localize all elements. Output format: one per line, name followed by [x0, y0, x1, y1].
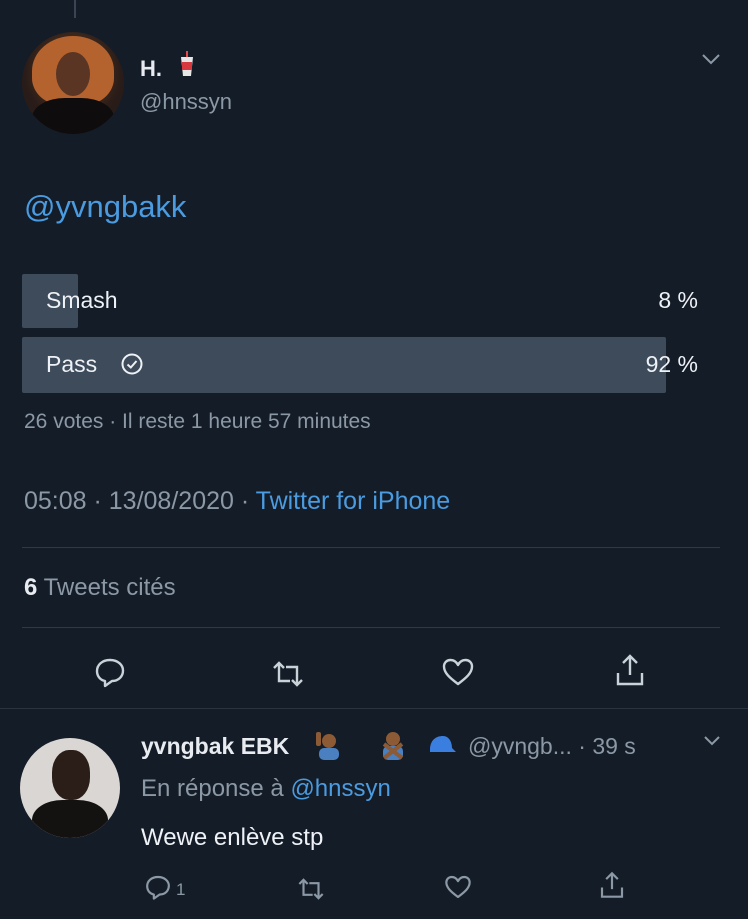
chevron-down-icon[interactable]: [702, 734, 722, 748]
tweet-source[interactable]: Twitter for iPhone: [256, 487, 451, 515]
reply-author-handle-time[interactable]: @yvngb... · 39 s: [468, 733, 636, 760]
tweet-text[interactable]: @yvngbakk: [24, 189, 186, 225]
poll-bar-pass: [22, 337, 666, 393]
thread-line: [74, 0, 76, 18]
poll-summary: 26 votes · Il reste 1 heure 57 minutes: [24, 410, 371, 433]
in-reply-to: En réponse à @hnssyn: [141, 775, 391, 803]
reply-count: 1: [176, 880, 186, 899]
divider: [22, 547, 720, 548]
raised-hand-person-icon: [314, 730, 344, 760]
quote-count: 6: [24, 574, 38, 601]
in-reply-handle[interactable]: @hnssyn: [290, 775, 390, 802]
poll-option-percent: 92 %: [645, 351, 698, 377]
chevron-down-icon[interactable]: [700, 52, 722, 66]
author-handle[interactable]: @hnssyn: [140, 89, 232, 115]
share-icon[interactable]: [612, 652, 648, 688]
author-avatar[interactable]: [22, 32, 124, 134]
reply-text[interactable]: Wewe enlève stp: [141, 824, 323, 852]
reply-author-name[interactable]: yvngbak EBK: [141, 733, 289, 760]
reply-icon[interactable]: [143, 872, 173, 902]
reply-author-avatar[interactable]: [20, 738, 120, 838]
blue-cap-icon: [426, 730, 456, 760]
like-icon[interactable]: [440, 654, 476, 690]
divider: [22, 627, 720, 628]
poll-option-label: Pass: [46, 351, 98, 377]
share-icon[interactable]: [597, 870, 627, 900]
quote-label: Tweets cités: [37, 574, 176, 601]
quote-tweets-link[interactable]: 6 Tweets cités: [24, 574, 176, 602]
poll-option-percent: 8 %: [658, 287, 698, 313]
author-name[interactable]: H.: [140, 56, 162, 82]
drink-cup-icon: [180, 51, 194, 77]
retweet-icon[interactable]: [296, 874, 326, 904]
divider: [0, 708, 748, 709]
tweet-meta: 05:08 · 13/08/2020 · Twitter for iPhone: [24, 487, 450, 516]
reply-icon[interactable]: [92, 654, 128, 690]
poll-option-label: Smash: [46, 287, 118, 313]
tweet-timestamp[interactable]: 05:08 · 13/08/2020 ·: [24, 487, 256, 515]
check-circle-icon: [120, 352, 144, 376]
in-reply-prefix: En réponse à: [141, 775, 291, 802]
retweet-icon[interactable]: [270, 656, 306, 692]
like-icon[interactable]: [443, 872, 473, 902]
gesturing-no-person-icon: [378, 730, 408, 760]
